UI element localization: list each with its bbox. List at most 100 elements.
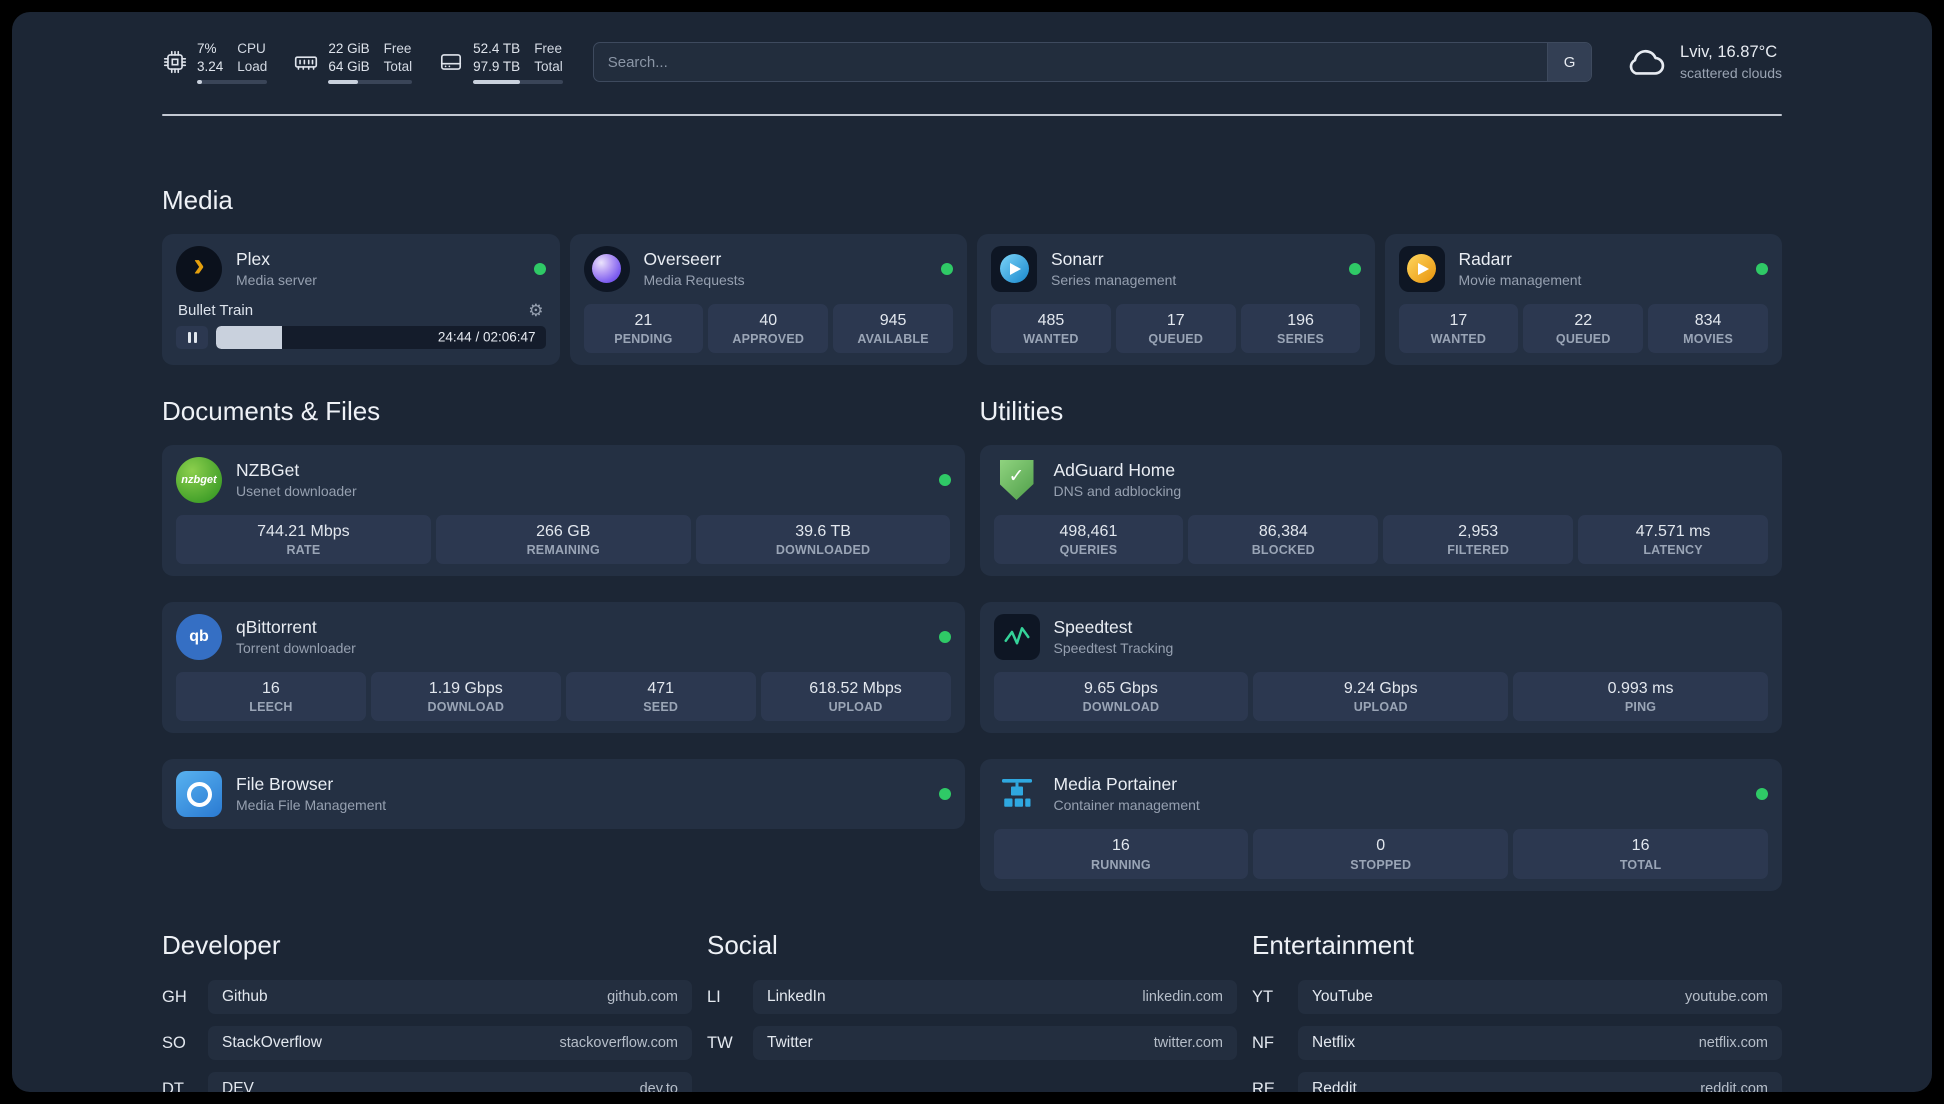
bookmark-stackoverflow[interactable]: SO StackOverflow stackoverflow.com xyxy=(162,1026,692,1061)
stat-blocked: 86,384 BLOCKED xyxy=(1188,514,1379,565)
service-name: Speedtest xyxy=(1053,617,1133,638)
bookmark-reddit[interactable]: RE Reddit reddit.com xyxy=(1252,1072,1782,1092)
stat-wanted: 17 WANTED xyxy=(1398,303,1519,354)
service-description: Media File Management xyxy=(236,797,387,814)
cpu-load-value: 3.24 xyxy=(197,59,224,74)
disk-usage-bar xyxy=(473,79,563,84)
overseerr-icon xyxy=(583,245,630,292)
bookmark-github[interactable]: GH Github github.com xyxy=(162,980,692,1015)
bookmark-pill: Twitter twitter.com xyxy=(753,1026,1237,1061)
speedtest-icon xyxy=(993,614,1040,661)
memory-usage-bar xyxy=(328,79,413,84)
adguard-icon: ✓ xyxy=(994,457,1040,503)
search-input[interactable] xyxy=(592,42,1593,82)
service-card-plex[interactable]: › Plex Media server Bullet Train ⚙ 24:44… xyxy=(162,233,560,366)
cpu-percent: 7% xyxy=(197,41,217,57)
total-label: Total xyxy=(383,59,413,74)
portainer-icon xyxy=(994,771,1040,817)
service-card-portainer[interactable]: Media Portainer Container management 16 … xyxy=(979,759,1782,891)
top-bar: 7% 3.24 CPU Load 22 GiB 64 GiB Free Tota… xyxy=(162,38,1782,86)
stat-upload: 618.52 Mbps UPLOAD xyxy=(760,672,951,722)
disk-total-value: 97.9 TB xyxy=(473,59,521,74)
plex-now-playing: Bullet Train ⚙ 24:44 / 02:06:47 xyxy=(176,302,546,349)
service-name: Overseerr xyxy=(643,248,722,269)
cloud-icon xyxy=(1622,43,1668,82)
plex-icon: › xyxy=(176,245,222,292)
service-description: Media Requests xyxy=(643,271,745,288)
section-title-entertainment: Entertainment xyxy=(1252,929,1414,960)
disk-icon xyxy=(438,49,464,75)
service-card-radarr[interactable]: Radarr Movie management 17 WANTED 22 QUE… xyxy=(1384,233,1782,366)
stat-filtered: 2,953 FILTERED xyxy=(1383,514,1574,565)
playback-time: 24:44 / 02:06:47 xyxy=(437,329,536,345)
bookmark-abbr: DT xyxy=(162,1079,184,1092)
service-card-sonarr[interactable]: Sonarr Series management 485 WANTED 17 Q… xyxy=(977,233,1375,366)
bookmark-abbr: YT xyxy=(1252,987,1274,1006)
service-name: NZBGet xyxy=(236,459,300,480)
stat-queued: 17 QUEUED xyxy=(1115,303,1236,354)
gear-icon[interactable]: ⚙ xyxy=(528,302,543,319)
bookmark-linkedin[interactable]: LI LinkedIn linkedin.com xyxy=(707,980,1237,1015)
bookmark-abbr: NF xyxy=(1252,1033,1274,1052)
bookmark-pill: Reddit reddit.com xyxy=(1298,1072,1782,1092)
stat-downloaded: 39.6 TB DOWNLOADED xyxy=(695,514,951,565)
service-card-speedtest[interactable]: Speedtest Speedtest Tracking 9.65 Gbps D… xyxy=(979,602,1782,734)
section-title-developer: Developer xyxy=(162,929,281,960)
bookmark-netflix[interactable]: NF Netflix netflix.com xyxy=(1252,1026,1782,1061)
service-card-overseerr[interactable]: Overseerr Media Requests 21 PENDING 40 A… xyxy=(569,233,967,366)
service-description: Usenet downloader xyxy=(236,482,357,499)
status-dot xyxy=(1756,788,1768,801)
radarr-icon xyxy=(1398,245,1445,292)
topbar-divider xyxy=(162,114,1782,116)
service-card-filebrowser[interactable]: File Browser Media File Management xyxy=(162,759,965,830)
stat-remaining: 266 GB REMAINING xyxy=(435,514,691,565)
service-description: Container management xyxy=(1053,797,1200,814)
memory-readout: 22 GiB 64 GiB Free Total xyxy=(328,40,413,84)
service-description: Series management xyxy=(1051,271,1177,288)
service-card-nzbget[interactable]: nzbget NZBGet Usenet downloader 744.21 M… xyxy=(162,444,965,577)
search-provider-button[interactable]: G xyxy=(1547,43,1592,81)
section-title-social: Social xyxy=(707,929,778,960)
disk-readout: 52.4 TB 97.9 TB Free Total xyxy=(473,40,563,84)
service-description: Speedtest Tracking xyxy=(1053,640,1174,656)
filebrowser-icon xyxy=(176,771,222,818)
stat-movies: 834 MOVIES xyxy=(1648,303,1768,354)
stat-download: 1.19 Gbps DOWNLOAD xyxy=(370,672,561,722)
service-description: DNS and adblocking xyxy=(1053,482,1182,499)
stat-approved: 40 APPROVED xyxy=(708,303,829,354)
service-card-adguard[interactable]: ✓ AdGuard Home DNS and adblocking 498,46… xyxy=(979,444,1782,577)
status-dot xyxy=(938,631,951,644)
status-dot xyxy=(533,262,546,275)
total-label: Total xyxy=(534,59,563,74)
disk-widget: 52.4 TB 97.9 TB Free Total xyxy=(438,40,563,84)
playback-progress-bar[interactable]: 24:44 / 02:06:47 xyxy=(216,325,546,349)
bookmark-pill: YouTube youtube.com xyxy=(1298,980,1782,1015)
bookmark-youtube[interactable]: YT YouTube youtube.com xyxy=(1252,980,1782,1015)
service-name: AdGuard Home xyxy=(1053,459,1176,480)
cpu-readout: 7% 3.24 CPU Load xyxy=(197,40,268,84)
service-name: qBittorrent xyxy=(236,617,317,638)
stat-series: 196 SERIES xyxy=(1240,303,1361,354)
bookmark-pill: LinkedIn linkedin.com xyxy=(753,980,1237,1015)
cpu-usage-bar xyxy=(197,79,268,84)
bookmark-abbr: TW xyxy=(707,1033,733,1052)
stat-queries: 498,461 QUERIES xyxy=(993,514,1184,565)
memory-free-value: 22 GiB xyxy=(328,41,370,57)
stat-wanted: 485 WANTED xyxy=(991,303,1111,354)
playback-progress-fill xyxy=(216,325,282,349)
stat-total: 16 TOTAL xyxy=(1513,829,1768,879)
stat-upload: 9.24 Gbps UPLOAD xyxy=(1253,672,1509,722)
weather-location: Lviv, 16.87°C xyxy=(1680,43,1778,62)
stat-available: 945 AVAILABLE xyxy=(833,303,953,354)
bookmark-abbr: LI xyxy=(707,987,721,1006)
bookmark-dev[interactable]: DT DEV dev.to xyxy=(162,1072,692,1092)
service-description: Movie management xyxy=(1458,271,1582,288)
bookmark-abbr: GH xyxy=(162,987,187,1006)
section-title-documents: Documents & Files xyxy=(162,396,381,427)
pause-button[interactable] xyxy=(176,325,208,349)
bookmark-twitter[interactable]: TW Twitter twitter.com xyxy=(707,1026,1237,1061)
media-section: Media › Plex Media server Bullet Train ⚙… xyxy=(162,185,1782,366)
disk-free-value: 52.4 TB xyxy=(473,41,521,57)
bookmarks-section: Developer GH Github github.com SO StackO… xyxy=(162,929,1782,1092)
service-card-qbittorrent[interactable]: qb qBittorrent Torrent downloader 16 LEE… xyxy=(162,602,965,734)
